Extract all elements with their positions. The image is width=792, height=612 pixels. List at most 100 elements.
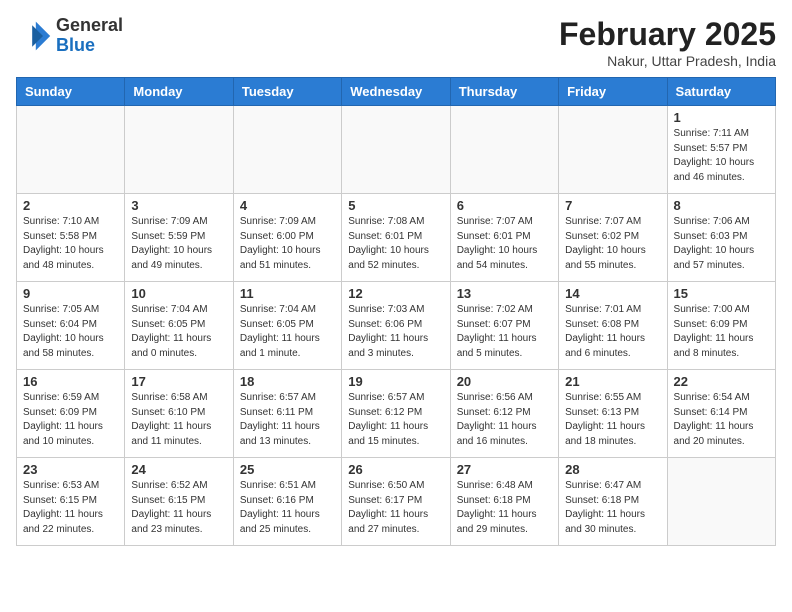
day-info: Sunrise: 7:06 AM Sunset: 6:03 PM Dayligh… bbox=[674, 215, 769, 273]
logo: General Blue bbox=[16, 16, 123, 56]
logo-text: General Blue bbox=[56, 16, 123, 56]
calendar-cell: 10 Sunrise: 7:04 AM Sunset: 6:05 PM Dayli… bbox=[125, 282, 233, 370]
day-number: 18 bbox=[240, 374, 335, 389]
calendar-cell: 28 Sunrise: 6:47 AM Sunset: 6:18 PM Dayli… bbox=[559, 458, 667, 546]
calendar-cell: 8 Sunrise: 7:06 AM Sunset: 6:03 PM Daylig… bbox=[667, 194, 775, 282]
calendar-cell: 14 Sunrise: 7:01 AM Sunset: 6:08 PM Dayli… bbox=[559, 282, 667, 370]
logo-blue: Blue bbox=[56, 35, 95, 55]
calendar-header-row: SundayMondayTuesdayWednesdayThursdayFrid… bbox=[17, 78, 776, 106]
calendar-cell bbox=[342, 106, 450, 194]
day-number: 25 bbox=[240, 462, 335, 477]
calendar-cell: 1Sunrise: 7:11 AM Sunset: 5:57 PM Daylig… bbox=[667, 106, 775, 194]
calendar-cell bbox=[559, 106, 667, 194]
day-number: 11 bbox=[240, 286, 335, 301]
calendar-cell: 11 Sunrise: 7:04 AM Sunset: 6:05 PM Dayli… bbox=[233, 282, 341, 370]
calendar-cell: 26 Sunrise: 6:50 AM Sunset: 6:17 PM Dayli… bbox=[342, 458, 450, 546]
day-info: Sunrise: 7:01 AM Sunset: 6:08 PM Dayligh… bbox=[565, 303, 660, 361]
day-info: Sunrise: 6:47 AM Sunset: 6:18 PM Dayligh… bbox=[565, 479, 660, 537]
day-number: 7 bbox=[565, 198, 660, 213]
calendar-cell: 15 Sunrise: 7:00 AM Sunset: 6:09 PM Dayli… bbox=[667, 282, 775, 370]
day-info: Sunrise: 6:56 AM Sunset: 6:12 PM Dayligh… bbox=[457, 391, 552, 449]
day-number: 13 bbox=[457, 286, 552, 301]
week-row-2: 2 Sunrise: 7:10 AM Sunset: 5:58 PM Daylig… bbox=[17, 194, 776, 282]
day-number: 24 bbox=[131, 462, 226, 477]
day-info: Sunrise: 6:58 AM Sunset: 6:10 PM Dayligh… bbox=[131, 391, 226, 449]
calendar-cell: 16Sunrise: 6:59 AM Sunset: 6:09 PM Dayli… bbox=[17, 370, 125, 458]
week-row-5: 23 Sunrise: 6:53 AM Sunset: 6:15 PM Dayli… bbox=[17, 458, 776, 546]
day-number: 28 bbox=[565, 462, 660, 477]
day-info: Sunrise: 7:03 AM Sunset: 6:06 PM Dayligh… bbox=[348, 303, 443, 361]
calendar-cell: 27 Sunrise: 6:48 AM Sunset: 6:18 PM Dayli… bbox=[450, 458, 558, 546]
day-info: Sunrise: 6:48 AM Sunset: 6:18 PM Dayligh… bbox=[457, 479, 552, 537]
day-number: 10 bbox=[131, 286, 226, 301]
day-number: 19 bbox=[348, 374, 443, 389]
day-info: Sunrise: 7:04 AM Sunset: 6:05 PM Dayligh… bbox=[131, 303, 226, 361]
calendar-cell: 7 Sunrise: 7:07 AM Sunset: 6:02 PM Daylig… bbox=[559, 194, 667, 282]
day-number: 8 bbox=[674, 198, 769, 213]
day-number: 14 bbox=[565, 286, 660, 301]
day-info: Sunrise: 6:54 AM Sunset: 6:14 PM Dayligh… bbox=[674, 391, 769, 449]
day-info: Sunrise: 7:08 AM Sunset: 6:01 PM Dayligh… bbox=[348, 215, 443, 273]
day-number: 15 bbox=[674, 286, 769, 301]
day-number: 4 bbox=[240, 198, 335, 213]
col-header-monday: Monday bbox=[125, 78, 233, 106]
logo-general: General bbox=[56, 15, 123, 35]
day-number: 17 bbox=[131, 374, 226, 389]
day-number: 3 bbox=[131, 198, 226, 213]
day-info: Sunrise: 7:00 AM Sunset: 6:09 PM Dayligh… bbox=[674, 303, 769, 361]
day-info: Sunrise: 7:05 AM Sunset: 6:04 PM Dayligh… bbox=[23, 303, 118, 361]
calendar-cell bbox=[17, 106, 125, 194]
week-row-3: 9 Sunrise: 7:05 AM Sunset: 6:04 PM Daylig… bbox=[17, 282, 776, 370]
day-info: Sunrise: 6:55 AM Sunset: 6:13 PM Dayligh… bbox=[565, 391, 660, 449]
day-info: Sunrise: 6:57 AM Sunset: 6:12 PM Dayligh… bbox=[348, 391, 443, 449]
calendar-cell: 2 Sunrise: 7:10 AM Sunset: 5:58 PM Daylig… bbox=[17, 194, 125, 282]
calendar-cell: 20 Sunrise: 6:56 AM Sunset: 6:12 PM Dayli… bbox=[450, 370, 558, 458]
day-number: 26 bbox=[348, 462, 443, 477]
day-info: Sunrise: 7:10 AM Sunset: 5:58 PM Dayligh… bbox=[23, 215, 118, 273]
calendar-cell: 19 Sunrise: 6:57 AM Sunset: 6:12 PM Dayli… bbox=[342, 370, 450, 458]
title-block: February 2025 Nakur, Uttar Pradesh, Indi… bbox=[559, 16, 776, 69]
calendar-cell: 17 Sunrise: 6:58 AM Sunset: 6:10 PM Dayli… bbox=[125, 370, 233, 458]
col-header-friday: Friday bbox=[559, 78, 667, 106]
page-header: General Blue February 2025 Nakur, Uttar … bbox=[16, 16, 776, 69]
day-info: Sunrise: 7:07 AM Sunset: 6:02 PM Dayligh… bbox=[565, 215, 660, 273]
week-row-4: 16Sunrise: 6:59 AM Sunset: 6:09 PM Dayli… bbox=[17, 370, 776, 458]
day-info: Sunrise: 6:53 AM Sunset: 6:15 PM Dayligh… bbox=[23, 479, 118, 537]
col-header-sunday: Sunday bbox=[17, 78, 125, 106]
day-info: Sunrise: 7:09 AM Sunset: 5:59 PM Dayligh… bbox=[131, 215, 226, 273]
calendar-cell: 13Sunrise: 7:02 AM Sunset: 6:07 PM Dayli… bbox=[450, 282, 558, 370]
day-number: 6 bbox=[457, 198, 552, 213]
day-info: Sunrise: 7:07 AM Sunset: 6:01 PM Dayligh… bbox=[457, 215, 552, 273]
calendar-cell: 21Sunrise: 6:55 AM Sunset: 6:13 PM Dayli… bbox=[559, 370, 667, 458]
day-info: Sunrise: 6:51 AM Sunset: 6:16 PM Dayligh… bbox=[240, 479, 335, 537]
day-info: Sunrise: 6:57 AM Sunset: 6:11 PM Dayligh… bbox=[240, 391, 335, 449]
calendar-cell: 24 Sunrise: 6:52 AM Sunset: 6:15 PM Dayli… bbox=[125, 458, 233, 546]
day-number: 23 bbox=[23, 462, 118, 477]
col-header-tuesday: Tuesday bbox=[233, 78, 341, 106]
day-number: 2 bbox=[23, 198, 118, 213]
calendar-cell: 23 Sunrise: 6:53 AM Sunset: 6:15 PM Dayli… bbox=[17, 458, 125, 546]
calendar-cell bbox=[667, 458, 775, 546]
col-header-saturday: Saturday bbox=[667, 78, 775, 106]
location: Nakur, Uttar Pradesh, India bbox=[559, 53, 776, 69]
calendar: SundayMondayTuesdayWednesdayThursdayFrid… bbox=[16, 77, 776, 546]
month-year: February 2025 bbox=[559, 16, 776, 53]
calendar-cell: 22 Sunrise: 6:54 AM Sunset: 6:14 PM Dayli… bbox=[667, 370, 775, 458]
calendar-cell: 25 Sunrise: 6:51 AM Sunset: 6:16 PM Dayli… bbox=[233, 458, 341, 546]
day-info: Sunrise: 7:11 AM Sunset: 5:57 PM Dayligh… bbox=[674, 127, 769, 185]
calendar-cell: 3 Sunrise: 7:09 AM Sunset: 5:59 PM Daylig… bbox=[125, 194, 233, 282]
col-header-wednesday: Wednesday bbox=[342, 78, 450, 106]
day-number: 16 bbox=[23, 374, 118, 389]
day-info: Sunrise: 6:50 AM Sunset: 6:17 PM Dayligh… bbox=[348, 479, 443, 537]
day-number: 27 bbox=[457, 462, 552, 477]
day-info: Sunrise: 7:04 AM Sunset: 6:05 PM Dayligh… bbox=[240, 303, 335, 361]
calendar-cell: 9 Sunrise: 7:05 AM Sunset: 6:04 PM Daylig… bbox=[17, 282, 125, 370]
calendar-cell bbox=[450, 106, 558, 194]
day-info: Sunrise: 6:52 AM Sunset: 6:15 PM Dayligh… bbox=[131, 479, 226, 537]
logo-icon bbox=[16, 18, 52, 54]
day-number: 20 bbox=[457, 374, 552, 389]
day-number: 9 bbox=[23, 286, 118, 301]
calendar-cell bbox=[233, 106, 341, 194]
day-number: 22 bbox=[674, 374, 769, 389]
calendar-cell: 6 Sunrise: 7:07 AM Sunset: 6:01 PM Daylig… bbox=[450, 194, 558, 282]
